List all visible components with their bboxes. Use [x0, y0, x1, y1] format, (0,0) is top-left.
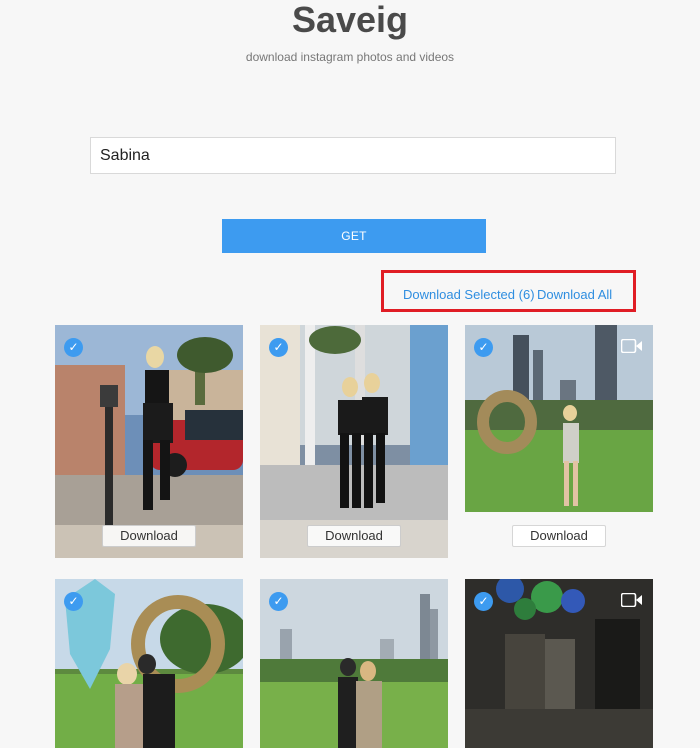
selected-check-icon[interactable]: ✓: [474, 338, 493, 357]
selected-check-icon[interactable]: ✓: [474, 592, 493, 611]
video-camera-icon: [621, 339, 642, 353]
page-subtitle: download instagram photos and videos: [245, 50, 455, 64]
media-thumbnail[interactable]: [260, 325, 448, 558]
media-thumbnail[interactable]: [55, 579, 243, 748]
get-button[interactable]: GET: [222, 219, 486, 253]
download-selected-link[interactable]: Download Selected (6): [403, 287, 535, 302]
media-card: ✓: [465, 325, 653, 512]
download-button[interactable]: Download: [307, 525, 401, 547]
download-button[interactable]: Download: [512, 525, 606, 547]
username-search-input[interactable]: [90, 137, 616, 174]
media-thumbnail[interactable]: [55, 325, 243, 558]
media-card: ✓ Download: [55, 325, 243, 558]
download-all-link[interactable]: Download All: [537, 287, 612, 302]
media-card: ✓: [260, 579, 448, 748]
media-thumbnail[interactable]: [260, 579, 448, 748]
selected-check-icon[interactable]: ✓: [269, 592, 288, 611]
download-button[interactable]: Download: [102, 525, 196, 547]
media-card: ✓: [55, 579, 243, 748]
page-title: Saveig: [291, 0, 409, 40]
media-thumbnail[interactable]: [465, 325, 653, 512]
selected-check-icon[interactable]: ✓: [269, 338, 288, 357]
media-card: ✓ Download: [260, 325, 448, 558]
selected-check-icon[interactable]: ✓: [64, 592, 83, 611]
video-camera-icon: [621, 593, 642, 607]
media-card: ✓: [465, 579, 653, 748]
selected-check-icon[interactable]: ✓: [64, 338, 83, 357]
